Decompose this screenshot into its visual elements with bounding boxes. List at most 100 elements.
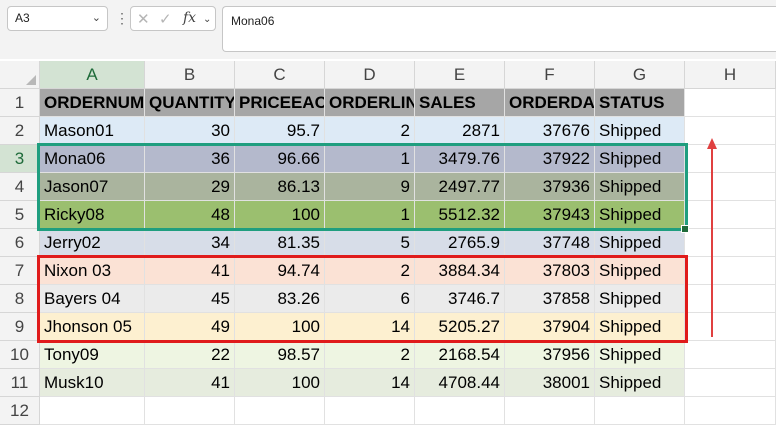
column-header-d[interactable]: D bbox=[325, 61, 415, 89]
cell-b12[interactable] bbox=[145, 397, 235, 425]
cell-c7[interactable]: 94.74 bbox=[235, 257, 325, 285]
cell-f1[interactable]: ORDERDA bbox=[505, 89, 595, 117]
cell-a1[interactable]: ORDERNUM bbox=[40, 89, 145, 117]
select-all-corner[interactable] bbox=[0, 61, 40, 89]
cell-h10[interactable] bbox=[685, 341, 776, 369]
row-header-1[interactable]: 1 bbox=[0, 89, 40, 117]
insert-function-icon[interactable]: fx bbox=[183, 10, 196, 26]
cell-d12[interactable] bbox=[325, 397, 415, 425]
row-header-9[interactable]: 9 bbox=[0, 313, 40, 341]
cell-h5[interactable] bbox=[685, 201, 776, 229]
column-header-g[interactable]: G bbox=[595, 61, 685, 89]
cell-g4[interactable]: Shipped bbox=[595, 173, 685, 201]
cell-d5[interactable]: 1 bbox=[325, 201, 415, 229]
name-box[interactable]: A3 ⌄ bbox=[7, 6, 108, 31]
cell-h12[interactable] bbox=[685, 397, 776, 425]
cell-h4[interactable] bbox=[685, 173, 776, 201]
cell-d7[interactable]: 2 bbox=[325, 257, 415, 285]
cell-g12[interactable] bbox=[595, 397, 685, 425]
cell-c2[interactable]: 95.7 bbox=[235, 117, 325, 145]
cell-g3[interactable]: Shipped bbox=[595, 145, 685, 173]
cell-e3[interactable]: 3479.76 bbox=[415, 145, 505, 173]
cell-d9[interactable]: 14 bbox=[325, 313, 415, 341]
cell-e11[interactable]: 4708.44 bbox=[415, 369, 505, 397]
cell-c1[interactable]: PRICEEAC bbox=[235, 89, 325, 117]
cell-b11[interactable]: 41 bbox=[145, 369, 235, 397]
cell-f4[interactable]: 37936 bbox=[505, 173, 595, 201]
cell-b3[interactable]: 36 bbox=[145, 145, 235, 173]
cancel-icon[interactable]: ✕ bbox=[137, 10, 150, 28]
cell-d2[interactable]: 2 bbox=[325, 117, 415, 145]
row-header-12[interactable]: 12 bbox=[0, 397, 40, 425]
cell-c12[interactable] bbox=[235, 397, 325, 425]
row-header-5[interactable]: 5 bbox=[0, 201, 40, 229]
cell-a12[interactable] bbox=[40, 397, 145, 425]
row-header-2[interactable]: 2 bbox=[0, 117, 40, 145]
row-header-8[interactable]: 8 bbox=[0, 285, 40, 313]
cell-c6[interactable]: 81.35 bbox=[235, 229, 325, 257]
chevron-down-icon[interactable]: ⌄ bbox=[203, 14, 211, 25]
cell-d4[interactable]: 9 bbox=[325, 173, 415, 201]
cell-g2[interactable]: Shipped bbox=[595, 117, 685, 145]
cell-h1[interactable] bbox=[685, 89, 776, 117]
column-header-a[interactable]: A bbox=[40, 61, 145, 89]
cell-e6[interactable]: 2765.9 bbox=[415, 229, 505, 257]
cell-c8[interactable]: 83.26 bbox=[235, 285, 325, 313]
cell-e2[interactable]: 2871 bbox=[415, 117, 505, 145]
cell-a10[interactable]: Tony09 bbox=[40, 341, 145, 369]
cell-c11[interactable]: 100 bbox=[235, 369, 325, 397]
chevron-down-icon[interactable]: ⌄ bbox=[92, 7, 101, 30]
cell-b1[interactable]: QUANTITY bbox=[145, 89, 235, 117]
cell-d8[interactable]: 6 bbox=[325, 285, 415, 313]
row-header-4[interactable]: 4 bbox=[0, 173, 40, 201]
cell-e9[interactable]: 5205.27 bbox=[415, 313, 505, 341]
column-header-e[interactable]: E bbox=[415, 61, 505, 89]
cell-f11[interactable]: 38001 bbox=[505, 369, 595, 397]
cell-g5[interactable]: Shipped bbox=[595, 201, 685, 229]
column-header-f[interactable]: F bbox=[505, 61, 595, 89]
cell-b6[interactable]: 34 bbox=[145, 229, 235, 257]
cell-f7[interactable]: 37803 bbox=[505, 257, 595, 285]
column-header-c[interactable]: C bbox=[235, 61, 325, 89]
cell-c4[interactable]: 86.13 bbox=[235, 173, 325, 201]
cell-g11[interactable]: Shipped bbox=[595, 369, 685, 397]
cell-f6[interactable]: 37748 bbox=[505, 229, 595, 257]
cell-c3[interactable]: 96.66 bbox=[235, 145, 325, 173]
cell-a4[interactable]: Jason07 bbox=[40, 173, 145, 201]
cell-e8[interactable]: 3746.7 bbox=[415, 285, 505, 313]
cell-d3[interactable]: 1 bbox=[325, 145, 415, 173]
fill-handle[interactable] bbox=[681, 225, 689, 233]
cell-e5[interactable]: 5512.32 bbox=[415, 201, 505, 229]
cell-g9[interactable]: Shipped bbox=[595, 313, 685, 341]
column-header-b[interactable]: B bbox=[145, 61, 235, 89]
cell-f5[interactable]: 37943 bbox=[505, 201, 595, 229]
cell-e1[interactable]: SALES bbox=[415, 89, 505, 117]
cell-g8[interactable]: Shipped bbox=[595, 285, 685, 313]
cell-d6[interactable]: 5 bbox=[325, 229, 415, 257]
cell-e12[interactable] bbox=[415, 397, 505, 425]
row-header-11[interactable]: 11 bbox=[0, 369, 40, 397]
cell-f8[interactable]: 37858 bbox=[505, 285, 595, 313]
cell-h2[interactable] bbox=[685, 117, 776, 145]
cell-b8[interactable]: 45 bbox=[145, 285, 235, 313]
cell-f2[interactable]: 37676 bbox=[505, 117, 595, 145]
cell-f9[interactable]: 37904 bbox=[505, 313, 595, 341]
cell-h3[interactable] bbox=[685, 145, 776, 173]
cell-e10[interactable]: 2168.54 bbox=[415, 341, 505, 369]
cell-h9[interactable] bbox=[685, 313, 776, 341]
cell-h11[interactable] bbox=[685, 369, 776, 397]
cell-a8[interactable]: Bayers 04 bbox=[40, 285, 145, 313]
cell-a2[interactable]: Mason01 bbox=[40, 117, 145, 145]
cell-b7[interactable]: 41 bbox=[145, 257, 235, 285]
row-header-3[interactable]: 3 bbox=[0, 145, 40, 173]
more-options-icon[interactable]: ⋮ bbox=[115, 10, 129, 26]
cell-g10[interactable]: Shipped bbox=[595, 341, 685, 369]
cell-d1[interactable]: ORDERLIN bbox=[325, 89, 415, 117]
row-header-7[interactable]: 7 bbox=[0, 257, 40, 285]
cell-b5[interactable]: 48 bbox=[145, 201, 235, 229]
cell-a6[interactable]: Jerry02 bbox=[40, 229, 145, 257]
cell-b9[interactable]: 49 bbox=[145, 313, 235, 341]
column-header-h[interactable]: H bbox=[685, 61, 776, 89]
cell-f3[interactable]: 37922 bbox=[505, 145, 595, 173]
cell-a11[interactable]: Musk10 bbox=[40, 369, 145, 397]
